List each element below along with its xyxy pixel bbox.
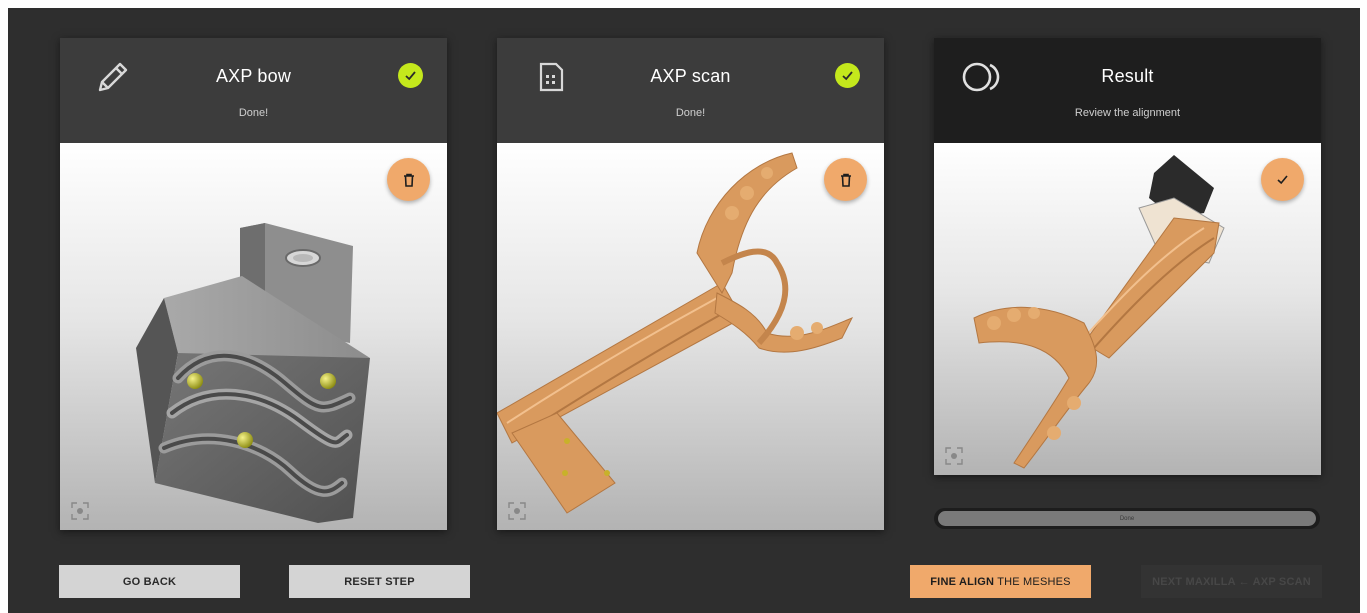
delete-button[interactable] bbox=[387, 158, 430, 201]
fine-align-label-bold: FINE ALIGN bbox=[930, 575, 995, 588]
confirm-button[interactable] bbox=[1261, 158, 1304, 201]
result-3d-viewport[interactable] bbox=[934, 143, 1321, 475]
panel-header: Result Review the alignment bbox=[934, 38, 1321, 143]
panel-header: AXP bow Done! bbox=[60, 38, 447, 143]
status-badge bbox=[398, 63, 423, 88]
panel-subtitle: Done! bbox=[238, 107, 269, 119]
trash-icon bbox=[840, 173, 851, 187]
wizard-stage: AXP bow Done! AXP scan Done! Result Revi… bbox=[8, 8, 1360, 613]
check-icon bbox=[842, 71, 853, 81]
panel-title: AXP scan bbox=[650, 66, 731, 86]
trash-icon bbox=[403, 173, 414, 187]
focus-icon[interactable] bbox=[945, 447, 963, 465]
focus-icon[interactable] bbox=[508, 502, 526, 520]
panel-title: AXP bow bbox=[215, 66, 292, 86]
bow-model bbox=[136, 223, 370, 523]
fine-align-button[interactable]: FINE ALIGN THE MESHES bbox=[910, 565, 1091, 598]
reset-step-button[interactable]: RESET STEP bbox=[289, 565, 470, 598]
next-step-button[interactable]: NEXT MAXILLA ← AXP SCAN bbox=[1141, 565, 1322, 598]
panel-title: Result bbox=[1101, 66, 1154, 86]
go-back-button[interactable]: GO BACK bbox=[59, 565, 240, 598]
status-badge bbox=[835, 63, 860, 88]
alignment-progress-bar: Done bbox=[934, 508, 1320, 529]
fine-align-label-rest: THE MESHES bbox=[997, 575, 1071, 588]
panel-result: Result Review the alignment bbox=[934, 38, 1321, 475]
panel-header: AXP scan Done! bbox=[497, 38, 884, 143]
scan-3d-viewport[interactable] bbox=[497, 143, 884, 530]
bow-3d-viewport[interactable] bbox=[60, 143, 447, 530]
panel-subtitle: Review the alignment bbox=[1074, 107, 1181, 119]
progress-label: Done bbox=[1119, 515, 1135, 522]
scan-mesh-model bbox=[497, 152, 854, 514]
panel-axp-scan: AXP scan Done! bbox=[497, 38, 884, 530]
progress-fill: Done bbox=[938, 511, 1316, 526]
check-icon bbox=[405, 71, 416, 81]
delete-button[interactable] bbox=[824, 158, 867, 201]
check-icon bbox=[1277, 175, 1288, 185]
focus-icon[interactable] bbox=[71, 502, 89, 520]
panel-axp-bow: AXP bow Done! bbox=[60, 38, 447, 530]
aligned-mesh-model bbox=[973, 155, 1225, 469]
panel-subtitle: Done! bbox=[675, 107, 706, 119]
